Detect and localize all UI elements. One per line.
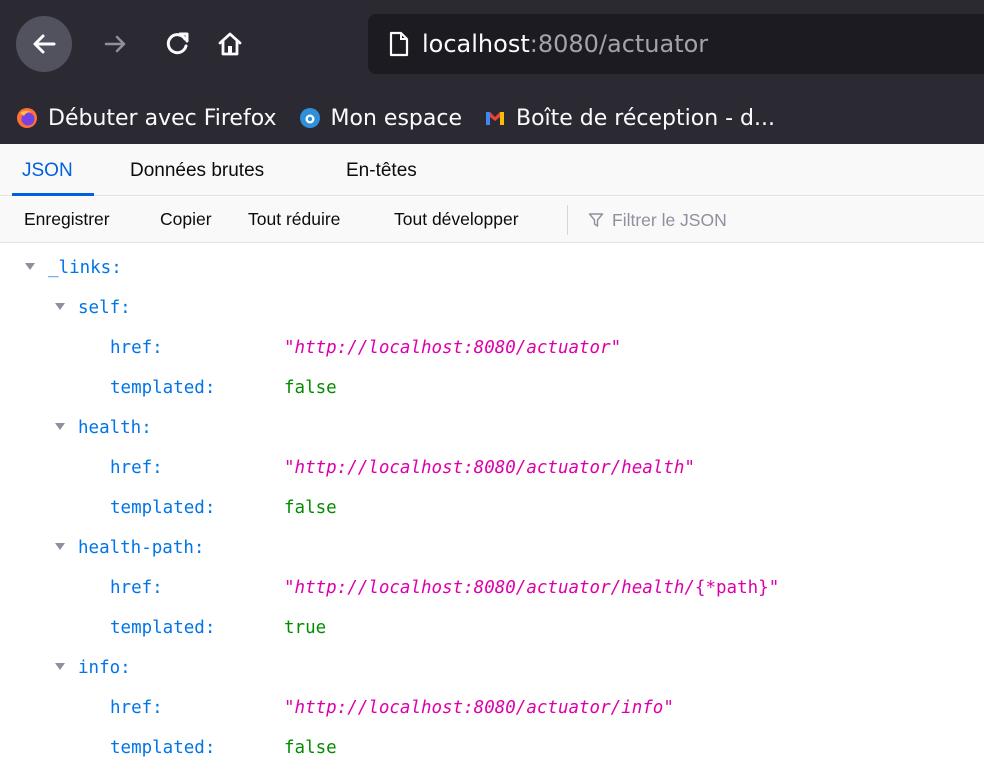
gmail-icon (485, 112, 504, 125)
json-key: templated: (110, 498, 216, 518)
tree-row-health-path[interactable]: health-path: (0, 528, 984, 568)
browser-toolbar: localhost:8080/actuator (0, 0, 984, 92)
json-boolean-value: false (284, 498, 337, 518)
tree-row-templated: templated: true (0, 608, 984, 648)
json-key: href: (110, 338, 163, 358)
home-button[interactable] (202, 16, 258, 72)
mon-espace-icon (299, 108, 320, 128)
json-tree: _links: self: href: "http://localhost:80… (0, 248, 984, 769)
tree-row-links[interactable]: _links: (0, 248, 984, 288)
firefox-icon (17, 108, 37, 128)
tree-row-href: href: "http://localhost:8080/actuator/he… (0, 448, 984, 488)
json-key: _links: (48, 258, 122, 278)
tree-row-health[interactable]: health: (0, 408, 984, 448)
json-key: href: (110, 578, 163, 598)
url-path: :8080/actuator (529, 30, 709, 58)
filter-json-input[interactable] (612, 209, 952, 231)
tree-row-href: href: "http://localhost:8080/actuator/he… (0, 568, 984, 608)
expand-all-button[interactable]: Tout développer (394, 197, 519, 243)
bookmarks-toolbar: Débuter avec Firefox Mon espace Boîte de… (0, 92, 984, 144)
tree-row-templated: templated: false (0, 488, 984, 528)
json-string-value: "http://localhost:8080/actuator/health/{… (284, 578, 780, 598)
json-key: health-path: (78, 538, 205, 558)
bookmark-label: Boîte de réception - d... (515, 105, 775, 131)
tree-row-info[interactable]: info: (0, 648, 984, 688)
viewer-tabs: JSON Données brutes En-têtes (0, 144, 984, 196)
toolbar-divider (567, 205, 568, 235)
json-key: href: (110, 458, 163, 478)
json-string-value: "http://localhost:8080/actuator/info" (284, 698, 674, 718)
back-arrow-icon (33, 34, 56, 54)
expand-toggle-icon[interactable] (55, 543, 65, 550)
filter-box[interactable] (588, 197, 968, 243)
json-boolean-value: false (284, 738, 337, 758)
page-icon (389, 31, 409, 57)
back-button[interactable] (16, 16, 72, 72)
json-key: info: (78, 658, 131, 678)
save-button[interactable]: Enregistrer (24, 197, 110, 243)
bookmark-firefox[interactable]: Débuter avec Firefox (16, 106, 277, 131)
bookmark-mon-espace[interactable]: Mon espace (299, 106, 462, 131)
json-key: templated: (110, 378, 216, 398)
tab-headers[interactable]: En-têtes (346, 144, 417, 196)
filter-icon (588, 213, 604, 227)
expand-toggle-icon[interactable] (25, 263, 35, 270)
expand-toggle-icon[interactable] (55, 423, 65, 430)
url-host: localhost (422, 30, 530, 58)
bookmark-gmail[interactable]: Boîte de réception - d... (484, 106, 775, 131)
json-toolbar: Enregistrer Copier Tout réduire Tout dév… (0, 197, 984, 243)
json-string-value: "http://localhost:8080/actuator/health" (284, 458, 695, 478)
json-key: href: (110, 698, 163, 718)
json-key: templated: (110, 738, 216, 758)
tree-row-href: href: "http://localhost:8080/actuator/in… (0, 688, 984, 728)
forward-button[interactable] (88, 16, 144, 72)
tree-row-templated: templated: false (0, 368, 984, 408)
url-bar[interactable]: localhost:8080/actuator (368, 14, 984, 74)
tree-row-templated: templated: false (0, 728, 984, 768)
json-key: self: (78, 298, 131, 318)
json-string-value: "http://localhost:8080/actuator" (284, 338, 622, 358)
copy-button[interactable]: Copier (160, 197, 212, 243)
json-key: health: (78, 418, 152, 438)
json-boolean-value: false (284, 378, 337, 398)
tab-json[interactable]: JSON (22, 144, 73, 196)
active-tab-indicator (12, 193, 94, 196)
collapse-all-button[interactable]: Tout réduire (248, 197, 340, 243)
tree-row-href: href: "http://localhost:8080/actuator" (0, 328, 984, 368)
expand-toggle-icon[interactable] (55, 303, 65, 310)
reload-button[interactable] (150, 16, 206, 72)
bookmark-label: Mon espace (330, 105, 462, 131)
tree-row-self[interactable]: self: (0, 288, 984, 328)
tab-raw-data[interactable]: Données brutes (130, 144, 264, 196)
url-text[interactable]: localhost:8080/actuator (422, 30, 708, 58)
json-boolean-value: true (284, 618, 327, 638)
forward-arrow-icon (104, 35, 126, 53)
json-key: templated: (110, 618, 216, 638)
home-icon (218, 32, 242, 56)
bookmark-label: Débuter avec Firefox (48, 105, 277, 131)
reload-icon (166, 32, 189, 55)
expand-toggle-icon[interactable] (55, 663, 65, 670)
